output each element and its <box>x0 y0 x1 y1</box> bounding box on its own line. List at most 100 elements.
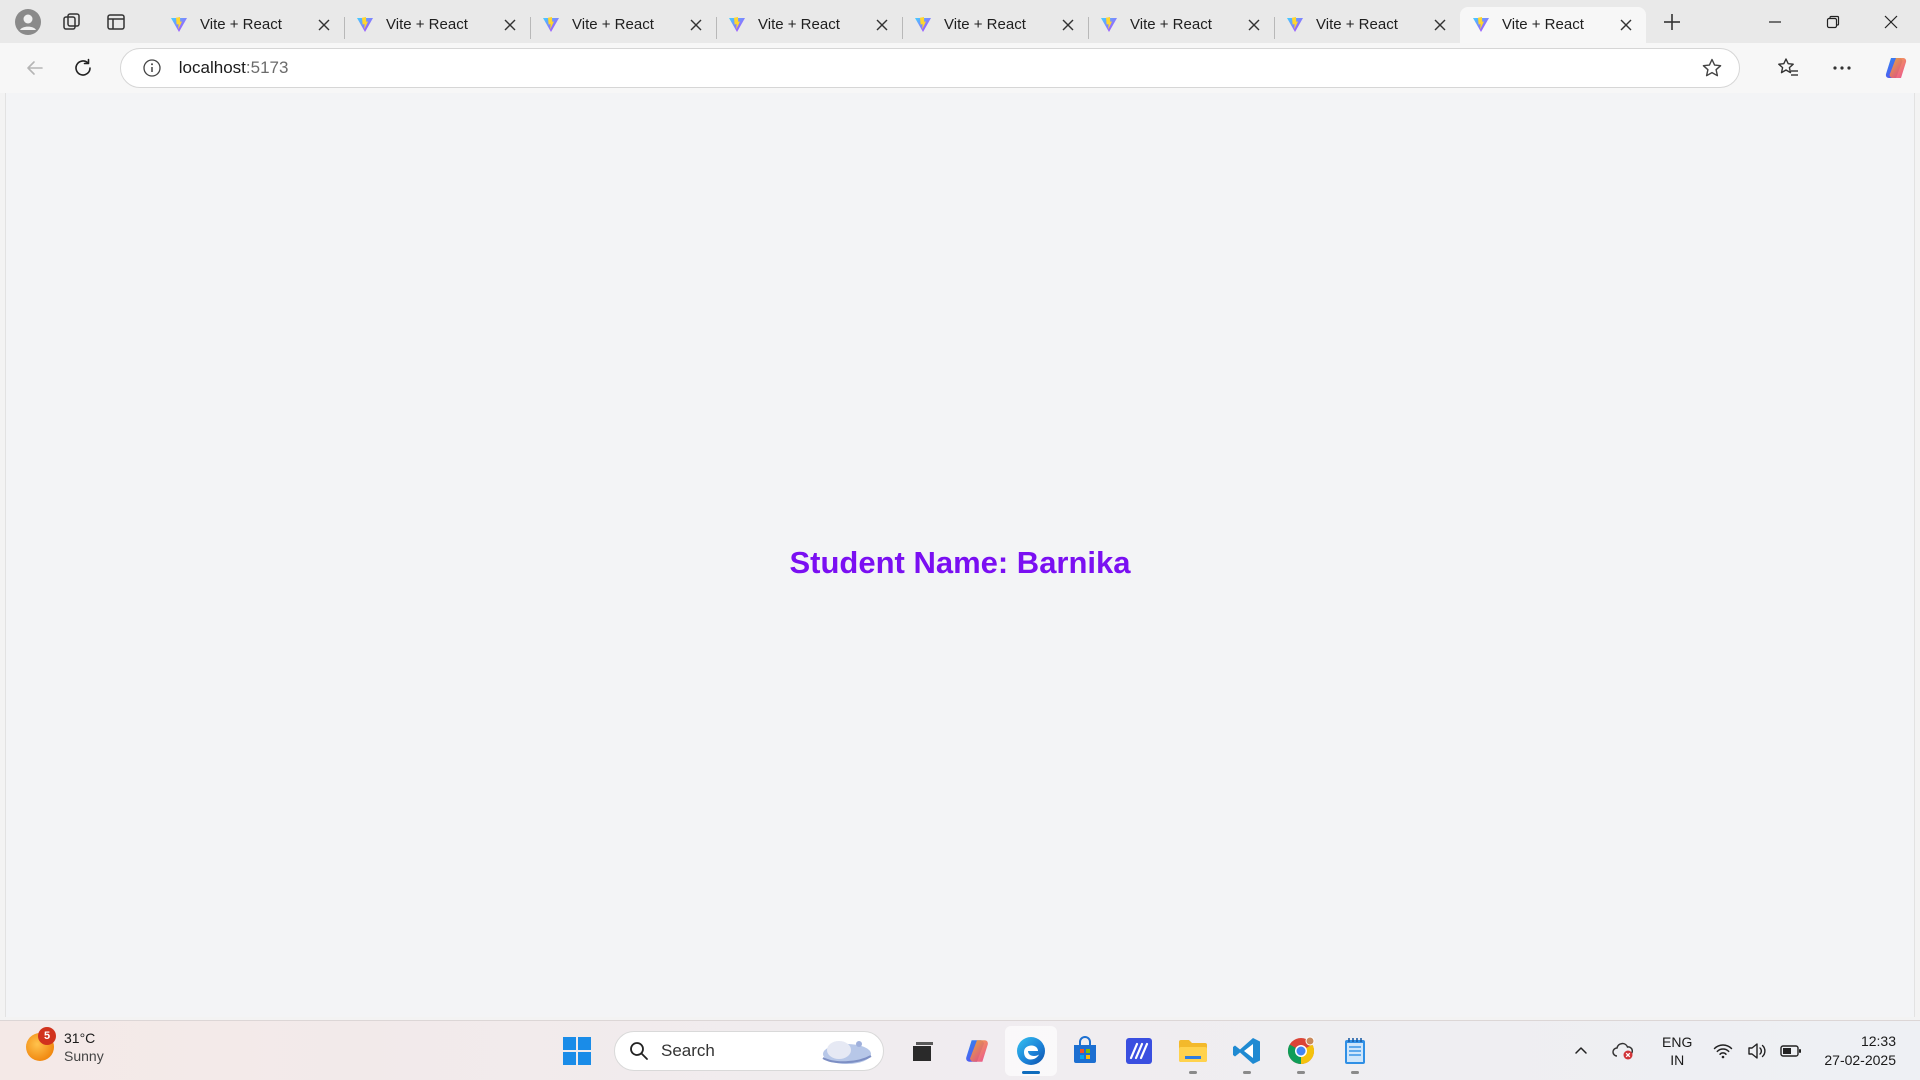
tab-close-button[interactable] <box>314 15 334 35</box>
close-icon <box>1434 19 1446 30</box>
clock[interactable]: 12:33 27-02-2025 <box>1824 1032 1896 1070</box>
tab-close-button[interactable] <box>1616 15 1636 35</box>
copilot-button[interactable] <box>1872 48 1920 88</box>
volume-icon <box>1742 1031 1772 1071</box>
browser-tab[interactable]: Vite + React <box>902 7 1089 43</box>
browser-tab[interactable]: Vite + React <box>1460 6 1646 43</box>
folder-icon <box>1179 1040 1207 1062</box>
settings-more-button[interactable] <box>1818 48 1866 88</box>
close-icon <box>504 19 516 30</box>
taskbar-code-app[interactable] <box>1113 1026 1165 1076</box>
close-icon <box>1062 19 1074 30</box>
wifi-icon <box>1708 1031 1738 1071</box>
tab-close-button[interactable] <box>1244 15 1264 35</box>
cloud-error-icon <box>1612 1042 1634 1060</box>
profile-button[interactable] <box>6 4 50 40</box>
onedrive-status-button[interactable] <box>1608 1031 1638 1071</box>
browser-tab[interactable]: Vite + React <box>158 7 345 43</box>
taskbar-store[interactable] <box>1059 1026 1111 1076</box>
taskbar-search[interactable]: Search <box>614 1031 884 1071</box>
language-code: ENG <box>1662 1034 1693 1050</box>
refresh-button[interactable] <box>59 48 107 88</box>
url-port: :5173 <box>245 58 289 77</box>
quick-settings[interactable] <box>1708 1031 1806 1071</box>
url-text[interactable]: localhost:5173 <box>179 58 1699 78</box>
tab-actions-icon <box>107 13 125 30</box>
back-button[interactable] <box>11 48 59 88</box>
close-icon <box>1248 19 1260 30</box>
browser-tab[interactable]: Vite + React <box>1088 7 1275 43</box>
taskbar-file-explorer[interactable] <box>1167 1026 1219 1076</box>
running-indicator <box>1297 1071 1305 1074</box>
search-highlight-icon <box>822 1041 872 1064</box>
vscode-icon <box>1233 1038 1260 1064</box>
workspaces-icon <box>63 12 80 30</box>
windows-logo-icon <box>563 1037 591 1065</box>
browser-tab[interactable]: Vite + React <box>344 7 531 43</box>
language-indicator[interactable]: ENG IN <box>1662 1033 1692 1069</box>
browser-tab[interactable]: Vite + React <box>1274 7 1461 43</box>
window-controls <box>1746 0 1920 43</box>
favorite-star-button[interactable] <box>1699 55 1725 81</box>
region-code: IN <box>1670 1052 1685 1068</box>
taskbar-center: Search <box>550 1025 1382 1077</box>
taskbar-vscode[interactable] <box>1221 1026 1273 1076</box>
new-tab-button[interactable] <box>1652 4 1692 40</box>
vite-favicon-icon <box>1101 16 1117 32</box>
close-icon <box>1884 15 1898 28</box>
tab-close-button[interactable] <box>872 15 892 35</box>
taskbar-chrome[interactable] <box>1275 1026 1327 1076</box>
tab-close-button[interactable] <box>1430 15 1450 35</box>
workspaces-button[interactable] <box>50 4 94 40</box>
vite-favicon-icon <box>171 16 187 32</box>
copilot-icon <box>1885 58 1907 78</box>
vertical-tabs-button[interactable] <box>94 4 138 40</box>
tab-close-button[interactable] <box>500 15 520 35</box>
tab-title: Vite + React <box>758 16 840 33</box>
close-icon <box>318 19 330 30</box>
close-window-button[interactable] <box>1862 0 1920 43</box>
battery-icon <box>1776 1031 1806 1071</box>
taskbar-task-view[interactable] <box>897 1026 949 1076</box>
vite-favicon-icon <box>915 16 931 32</box>
tab-title: Vite + React <box>386 16 468 33</box>
weather-widget[interactable]: 5 31°C Sunny <box>26 1027 104 1065</box>
taskbar-edge[interactable] <box>1005 1026 1057 1076</box>
running-indicator <box>1022 1071 1040 1074</box>
student-name-heading: Student Name: Barnika <box>789 545 1131 580</box>
restore-button[interactable] <box>1804 0 1862 43</box>
page-viewport: Student Name: Barnika <box>5 93 1915 1017</box>
tab-close-button[interactable] <box>686 15 706 35</box>
taskbar: 5 31°C Sunny Search ENG IN 12:33 27-02-2… <box>0 1020 1920 1080</box>
clock-time: 12:33 <box>1860 1033 1896 1049</box>
vite-favicon-icon <box>543 16 559 32</box>
minimize-button[interactable] <box>1746 0 1804 43</box>
chevron-up-icon <box>1575 1047 1587 1054</box>
copilot-app-icon <box>966 1040 988 1062</box>
star-icon <box>1702 58 1722 77</box>
profile-icon <box>15 8 41 35</box>
browser-tab[interactable]: Vite + React <box>716 7 903 43</box>
notepad-icon <box>1345 1038 1365 1064</box>
taskbar-copilot[interactable] <box>951 1026 1003 1076</box>
address-bar[interactable]: localhost:5173 <box>119 48 1741 88</box>
tab-close-button[interactable] <box>1058 15 1078 35</box>
browser-toolbar: localhost:5173 <box>0 43 1920 93</box>
taskbar-notepad[interactable] <box>1329 1026 1381 1076</box>
system-tray: ENG IN 12:33 27-02-2025 <box>1566 1021 1920 1080</box>
store-icon <box>1074 1036 1096 1063</box>
tab-title: Vite + React <box>200 16 282 33</box>
favorites-button[interactable] <box>1764 48 1812 88</box>
running-indicator <box>1351 1071 1359 1074</box>
search-icon <box>630 1042 648 1060</box>
weather-condition: Sunny <box>64 1048 104 1064</box>
site-info-icon[interactable] <box>141 57 163 79</box>
start-button[interactable] <box>551 1026 603 1076</box>
running-indicator <box>1243 1071 1251 1074</box>
browser-tab[interactable]: Vite + React <box>530 7 717 43</box>
code-app-icon <box>1126 1038 1152 1064</box>
show-hidden-icons-button[interactable] <box>1566 1031 1596 1071</box>
close-icon <box>1620 19 1632 30</box>
tab-strip: Vite + React Vite + React Vite + React Vite… <box>0 0 1920 43</box>
search-label: Search <box>661 1041 715 1060</box>
